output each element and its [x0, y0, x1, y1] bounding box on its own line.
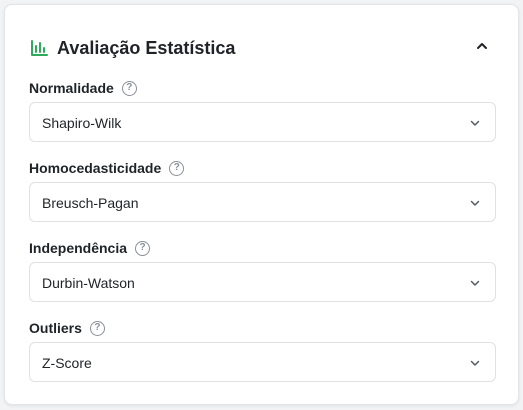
select-value: Z-Score: [42, 355, 92, 371]
help-icon[interactable]: ?: [135, 240, 151, 256]
chevron-up-icon[interactable]: [474, 38, 490, 54]
field-label: Independência: [29, 240, 128, 256]
field-label: Normalidade: [29, 80, 114, 96]
independence-select[interactable]: Durbin-Watson: [29, 262, 496, 302]
chevron-down-icon: [470, 120, 480, 126]
homoscedasticity-select[interactable]: Breusch-Pagan: [29, 182, 496, 222]
chevron-down-icon: [470, 280, 480, 286]
field-label: Outliers: [29, 320, 82, 336]
help-icon[interactable]: ?: [169, 160, 185, 176]
chevron-down-icon: [470, 200, 480, 206]
panel-header[interactable]: Avaliação Estatística: [5, 5, 518, 89]
panel-title: Avaliação Estatística: [57, 38, 236, 58]
help-icon[interactable]: ?: [121, 80, 137, 96]
help-icon[interactable]: ?: [89, 320, 105, 336]
statistical-evaluation-panel: Avaliação Estatística Normalidade ? Shap…: [4, 4, 519, 405]
select-value: Shapiro-Wilk: [42, 115, 122, 131]
select-value: Breusch-Pagan: [42, 195, 139, 211]
chevron-down-icon: [470, 360, 480, 366]
normality-select[interactable]: Shapiro-Wilk: [29, 102, 496, 142]
bar-chart-icon: [31, 40, 48, 56]
outliers-select[interactable]: Z-Score: [29, 342, 496, 382]
field-label: Homocedasticidade: [29, 160, 162, 176]
select-value: Durbin-Watson: [42, 275, 135, 291]
